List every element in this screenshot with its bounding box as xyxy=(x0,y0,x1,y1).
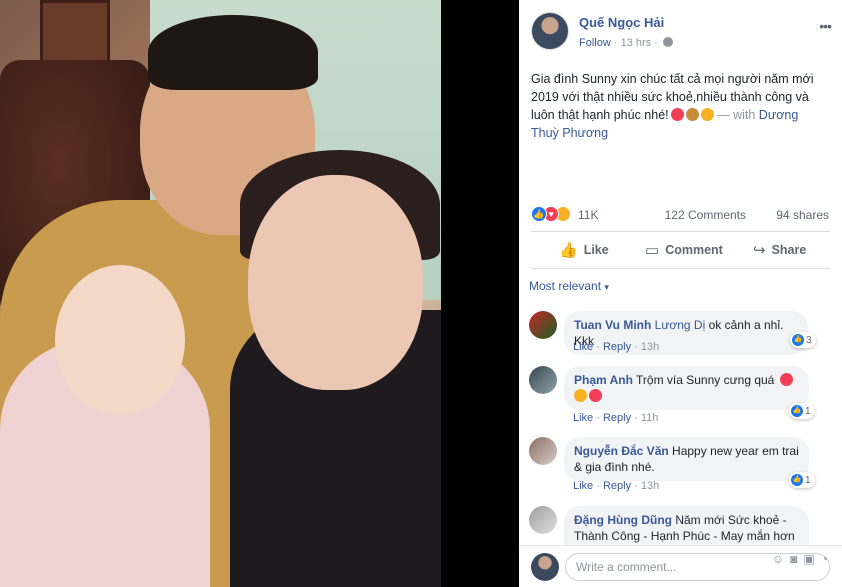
post-actions: 👍 Like ▭ Comment ↪ Share xyxy=(531,236,830,264)
heart-eyes-emoji-icon xyxy=(574,389,587,402)
post-photo[interactable] xyxy=(0,0,441,587)
comment-label: Comment xyxy=(665,243,723,257)
comment-reply-link[interactable]: Reply xyxy=(603,412,631,424)
commenter-name[interactable]: Tuan Vu Minh xyxy=(574,318,651,332)
author-avatar[interactable] xyxy=(531,12,569,50)
emoji-icon[interactable]: ☺ xyxy=(772,552,790,566)
post-text: Gia đình Sunny xin chúc tất cả mọi người… xyxy=(531,70,827,142)
comment-input-placeholder: Write a comment... xyxy=(576,560,677,574)
shares-count[interactable]: 94 shares xyxy=(776,208,829,222)
comment-mention[interactable]: Lương Dị xyxy=(655,318,706,332)
comment-reply-link[interactable]: Reply xyxy=(603,341,631,353)
comment-bubble: Phạm Anh Trộm vía Sunny cưng quá xyxy=(564,366,809,410)
comment-filter[interactable]: Most relevant ▾ xyxy=(529,279,609,293)
heart-emoji-icon xyxy=(589,389,602,402)
commenter-name[interactable]: Phạm Anh xyxy=(574,373,633,387)
heart-emoji-icon xyxy=(670,108,684,121)
comment-time[interactable]: 13h xyxy=(641,341,659,353)
post-meta: Follow · 13 hrs · xyxy=(579,37,673,49)
comment-filter-label: Most relevant xyxy=(529,279,602,293)
post-time[interactable]: 13 hrs xyxy=(621,37,652,49)
post-panel: Quế Ngọc Hải Follow · 13 hrs · ••• Gia đ… xyxy=(519,0,842,587)
post-header: Quế Ngọc Hải Follow · 13 hrs · ••• xyxy=(531,10,832,54)
current-user-avatar xyxy=(531,553,559,581)
camera-icon[interactable]: ◙ xyxy=(790,552,803,566)
commenter-name[interactable]: Nguyễn Đắc Văn xyxy=(574,444,669,458)
divider xyxy=(531,268,830,269)
photo-woman-face xyxy=(248,175,423,390)
sticker-icon[interactable]: ◔ xyxy=(821,552,834,566)
globe-icon xyxy=(662,37,673,47)
thumbs-up-icon: 👍 xyxy=(559,242,578,259)
like-reaction-icon: 👍 xyxy=(791,474,803,486)
commenter-avatar[interactable] xyxy=(529,437,557,465)
heart-emoji-icon xyxy=(779,373,793,386)
comment-reaction-count: 1 xyxy=(805,474,811,486)
comment-reactions[interactable]: 👍 1 xyxy=(789,403,815,419)
commenter-avatar[interactable] xyxy=(529,366,557,394)
comment-reply-link[interactable]: Reply xyxy=(603,480,631,492)
comments-count[interactable]: 122 Comments xyxy=(665,208,746,222)
more-options-icon[interactable]: ••• xyxy=(819,18,832,34)
commenter-name[interactable]: Đặng Hùng Dũng xyxy=(574,513,672,527)
comment-reactions[interactable]: 👍 1 xyxy=(789,472,815,488)
comment-like-link[interactable]: Like xyxy=(573,341,593,353)
comment-tools: ☺◙▣◔ xyxy=(772,552,834,566)
like-reaction-icon: 👍 xyxy=(791,405,803,417)
comment-bubble: Nguyễn Đắc Văn Happy new year em trai & … xyxy=(564,437,809,481)
follow-link[interactable]: Follow xyxy=(579,37,611,49)
like-reaction-icon: 👍 xyxy=(531,206,547,222)
like-button[interactable]: 👍 Like xyxy=(559,236,609,264)
angel-emoji-icon xyxy=(700,108,714,121)
reaction-count[interactable]: 11K xyxy=(578,208,598,222)
gif-icon[interactable]: ▣ xyxy=(803,552,820,566)
comment-actions: Like · Reply · 13h xyxy=(573,341,660,353)
commenter-avatar[interactable] xyxy=(529,311,557,339)
commenter-avatar[interactable] xyxy=(529,506,557,534)
comment-like-link[interactable]: Like xyxy=(573,480,593,492)
reaction-icons[interactable]: 👍 ♥ xyxy=(531,206,577,222)
comment-actions: Like · Reply · 11h xyxy=(573,412,659,424)
comment-like-link[interactable]: Like xyxy=(573,412,593,424)
comment-time[interactable]: 11h xyxy=(641,412,659,424)
comment-reactions[interactable]: 👍 3 xyxy=(790,332,816,348)
family-emoji-icon xyxy=(685,108,699,121)
write-comment-bar: Write a comment... ☺◙▣◔ xyxy=(519,545,842,587)
with-label: — with xyxy=(717,108,756,122)
share-button[interactable]: ↪ Share xyxy=(753,236,806,264)
photo-baby-face xyxy=(55,265,185,415)
comment-actions: Like · Reply · 13h xyxy=(573,480,660,492)
comment-text: Trộm vía Sunny cưng quá xyxy=(636,373,775,387)
share-arrow-icon: ↪ xyxy=(753,242,766,259)
comment-bubble-icon: ▭ xyxy=(645,242,660,259)
post-stats: 👍 ♥ 11K 122 Comments 94 shares xyxy=(531,205,831,225)
divider xyxy=(531,231,830,232)
comment-button[interactable]: ▭ Comment xyxy=(645,236,723,264)
comment-reaction-count: 3 xyxy=(806,334,812,346)
comment-reaction-count: 1 xyxy=(805,405,811,417)
like-label: Like xyxy=(583,243,609,257)
author-name[interactable]: Quế Ngọc Hải xyxy=(579,15,664,30)
share-label: Share xyxy=(771,243,807,257)
comment-time[interactable]: 13h xyxy=(641,480,659,492)
photo-man-hair xyxy=(148,15,318,90)
like-reaction-icon: 👍 xyxy=(792,334,804,346)
caret-down-icon: ▾ xyxy=(604,282,609,292)
